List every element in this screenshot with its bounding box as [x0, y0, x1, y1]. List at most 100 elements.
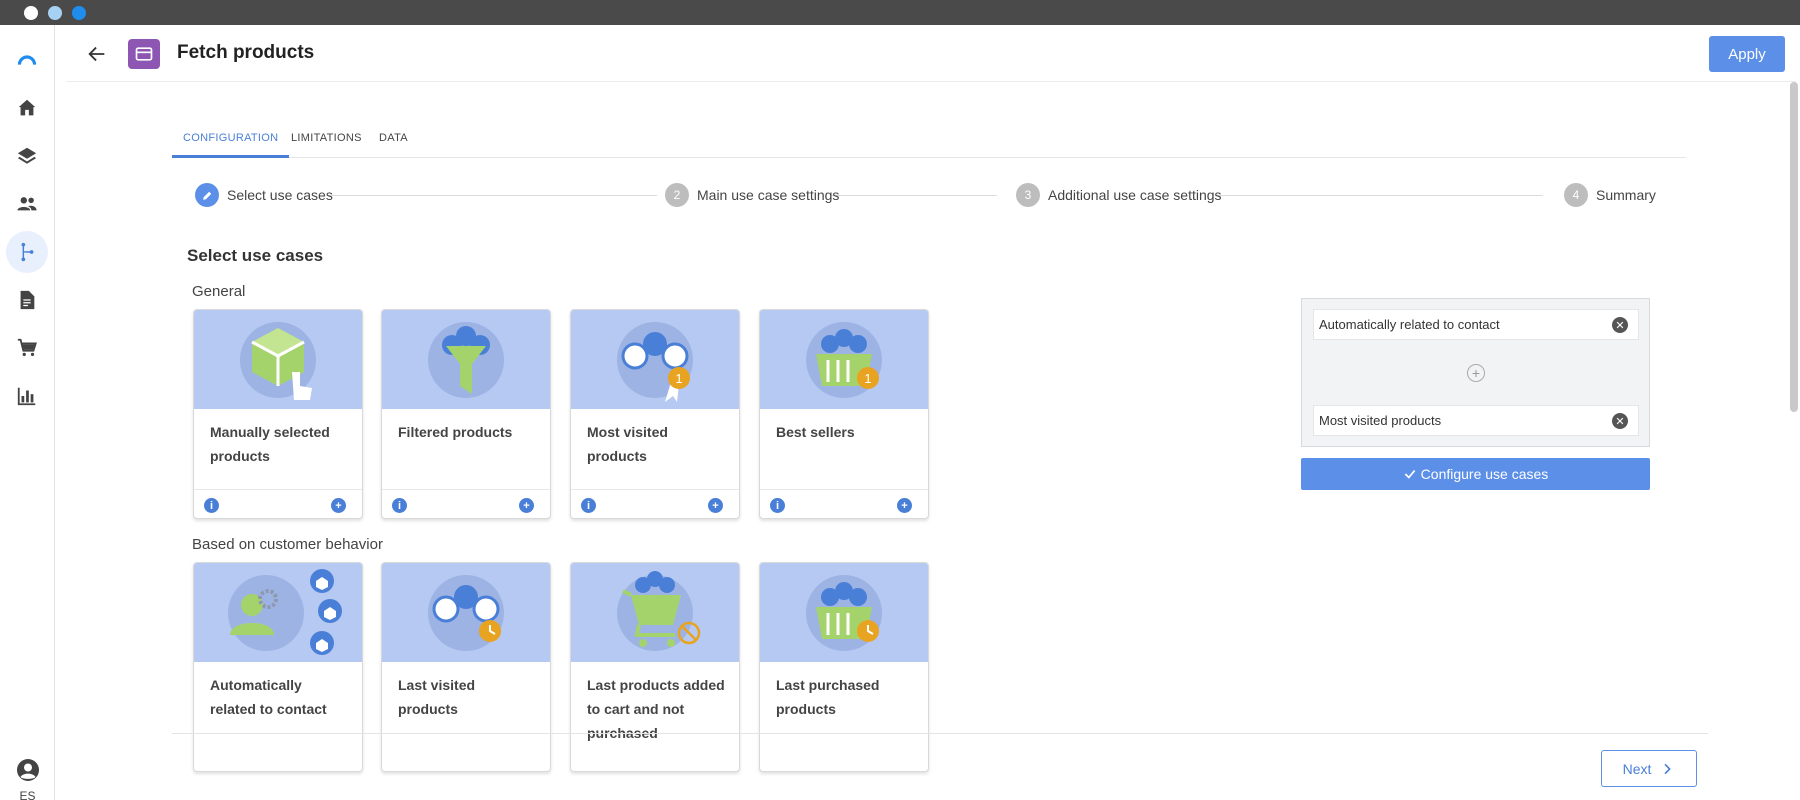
step-label: Summary [1596, 187, 1656, 203]
info-icon[interactable]: i [392, 498, 407, 513]
back-button[interactable] [84, 41, 110, 67]
left-navigation-rail: ES [0, 25, 55, 800]
arrow-left-icon [88, 46, 105, 62]
add-circle-icon[interactable]: + [1467, 364, 1485, 382]
nav-cart[interactable] [6, 327, 48, 369]
cubes-clock-icon [428, 575, 504, 651]
card-illustration [382, 310, 550, 409]
card-illustration [760, 563, 928, 662]
step-label: Main use case settings [697, 187, 840, 203]
stepper-connector [1215, 195, 1543, 196]
card-illustration [194, 563, 362, 662]
basket-clock-icon [806, 575, 882, 651]
remove-icon[interactable]: ✕ [1612, 413, 1628, 429]
use-case-card-best-sellers[interactable]: 1 Best sellers i + [759, 309, 929, 519]
user-menu[interactable]: ES [0, 758, 55, 800]
check-icon [1404, 469, 1416, 479]
card-label: Best sellers [776, 424, 855, 440]
info-icon[interactable]: i [581, 498, 596, 513]
stepper-connector [831, 195, 997, 196]
add-icon[interactable]: + [331, 498, 346, 513]
step-number: 4 [1564, 183, 1588, 207]
card-footer: i + [760, 489, 928, 518]
card-label: Automatically related to contact [210, 677, 327, 717]
group-title-general: General [192, 283, 246, 300]
layers-icon [17, 147, 37, 164]
step-label: Select use cases [227, 187, 333, 203]
basket-medal-icon: 1 [806, 322, 882, 398]
selected-use-cases-panel: Automatically related to contact ✕ + Mos… [1301, 298, 1650, 447]
chevron-right-icon [1664, 763, 1672, 774]
info-icon[interactable]: i [204, 498, 219, 513]
logo-arc-icon [17, 55, 37, 65]
card-illustration: 1 [571, 310, 739, 409]
card-illustration: 1 [760, 310, 928, 409]
card-illustration [571, 563, 739, 662]
use-case-card-related-to-contact[interactable]: Automatically related to contact [193, 562, 363, 772]
window-maximize-dot[interactable] [72, 6, 86, 20]
next-button[interactable]: Next [1601, 750, 1697, 787]
apply-button[interactable]: Apply [1709, 36, 1785, 72]
step-additional-settings[interactable]: 3 Additional use case settings [1016, 183, 1222, 207]
nav-home[interactable] [6, 87, 48, 129]
next-label: Next [1622, 760, 1652, 777]
use-case-card-abandoned-cart[interactable]: Last products added to cart and not purc… [570, 562, 740, 772]
card-illustration [194, 310, 362, 409]
user-avatar-icon [16, 759, 39, 781]
configure-use-cases-label: Configure use cases [1420, 466, 1549, 482]
card-icon [135, 47, 153, 61]
selected-use-case-label: Most visited products [1319, 413, 1442, 428]
svg-text:1: 1 [864, 371, 871, 386]
tab-limitations[interactable]: LIMITATIONS [280, 128, 373, 158]
page-scrollbar[interactable] [1790, 82, 1798, 412]
remove-icon[interactable]: ✕ [1612, 317, 1628, 333]
use-case-card-manually-selected[interactable]: Manually selected products i + [193, 309, 363, 519]
page-title: Fetch products [177, 42, 315, 63]
nav-layers[interactable] [6, 135, 48, 177]
add-icon[interactable]: + [708, 498, 723, 513]
cubes-medal-icon: 1 [617, 322, 693, 402]
node-type-badge [128, 39, 160, 69]
card-label: Filtered products [398, 424, 513, 440]
person-gears-icon [228, 569, 342, 655]
add-icon[interactable]: + [897, 498, 912, 513]
use-case-card-last-visited[interactable]: Last visited products [381, 562, 551, 772]
nav-contacts[interactable] [6, 183, 48, 225]
wizard-stepper: Select use cases 2 Main use case setting… [195, 183, 1656, 209]
nav-automations[interactable] [6, 231, 48, 273]
info-icon[interactable]: i [770, 498, 785, 513]
svg-text:1: 1 [675, 371, 682, 386]
stepper-connector [327, 195, 657, 196]
nav-analytics[interactable] [6, 375, 48, 417]
card-footer: i + [194, 489, 362, 518]
add-icon[interactable]: + [519, 498, 534, 513]
card-label: Last visited products [398, 677, 476, 717]
funnel-cubes-icon [428, 322, 504, 398]
tab-configuration[interactable]: CONFIGURATION [172, 128, 290, 158]
flow-branch-icon [21, 242, 34, 262]
document-icon [20, 290, 35, 310]
step-main-settings[interactable]: 2 Main use case settings [665, 183, 839, 207]
selected-use-case-label: Automatically related to contact [1319, 317, 1500, 332]
tab-data[interactable]: DATA [368, 128, 419, 158]
nav-documents[interactable] [6, 279, 48, 321]
window-close-dot[interactable] [24, 6, 38, 20]
card-label: Last purchased products [776, 677, 880, 717]
home-icon [18, 99, 36, 116]
window-minimize-dot[interactable] [48, 6, 62, 20]
brand-logo[interactable] [6, 39, 48, 81]
cart-icon [17, 338, 37, 357]
page-header: Fetch products Apply [66, 25, 1796, 82]
use-case-card-most-visited[interactable]: 1 Most visited products i + [570, 309, 740, 519]
card-footer: i + [571, 489, 739, 518]
selected-use-case-item: Automatically related to contact ✕ [1313, 309, 1639, 340]
use-case-card-filtered[interactable]: Filtered products i + [381, 309, 551, 519]
step-select-use-cases[interactable]: Select use cases [195, 183, 333, 207]
use-case-card-last-purchased[interactable]: Last purchased products [759, 562, 929, 772]
step-summary[interactable]: 4 Summary [1564, 183, 1656, 207]
configure-use-cases-button[interactable]: Configure use cases [1301, 458, 1650, 490]
cart-blocked-icon [617, 571, 701, 651]
card-label: Manually selected products [210, 424, 330, 464]
step-label: Additional use case settings [1048, 187, 1222, 203]
step-edit-circle [195, 183, 219, 207]
